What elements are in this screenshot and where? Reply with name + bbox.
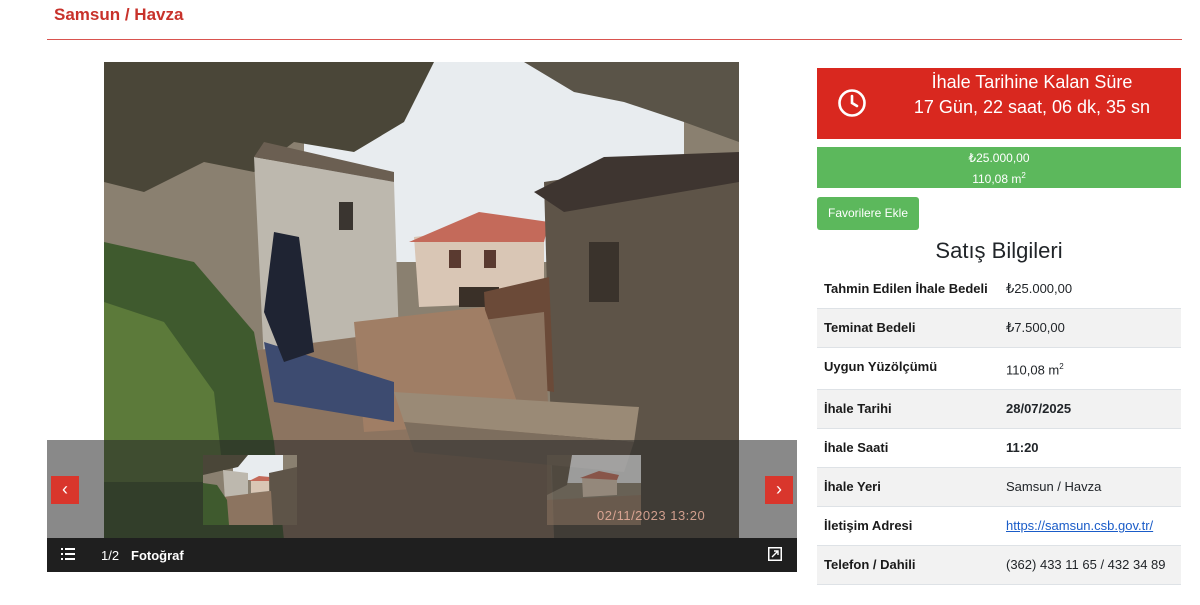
- row-value: 28/07/2025: [999, 389, 1181, 430]
- header-divider: [47, 39, 1182, 40]
- auction-countdown: İhale Tarihine Kalan Süre 17 Gün, 22 saa…: [817, 68, 1181, 139]
- row-value: 110,08 m2: [999, 347, 1181, 391]
- table-row: Teminat Bedeli ₺7.500,00: [817, 308, 1181, 348]
- table-row: Telefon / Dahili (362) 433 11 65 / 432 3…: [817, 545, 1181, 586]
- add-to-favorites-button[interactable]: Favorilere Ekle: [817, 197, 919, 230]
- row-label: İhale Tarihi: [817, 389, 999, 430]
- row-label: İhale Yeri: [817, 467, 999, 508]
- photo-caption: Fotoğraf: [131, 548, 184, 563]
- table-row: Uygun Yüzölçümü 110,08 m2: [817, 347, 1181, 391]
- price-amount: ₺25.000,00: [968, 151, 1030, 165]
- price-area: 110,08 m2: [972, 171, 1026, 186]
- row-value: (362) 433 11 65 / 432 34 89: [999, 545, 1181, 586]
- table-row: Tahmin Edilen İhale Bedeli ₺25.000,00: [817, 270, 1181, 309]
- table-row: İhale Tarihi 28/07/2025: [817, 389, 1181, 430]
- photo-gallery: 02/11/2023 13:20 ‹ › 1/2 Fotoğraf: [47, 62, 797, 572]
- countdown-title: İhale Tarihine Kalan Süre: [931, 72, 1133, 92]
- row-value: Samsun / Havza: [999, 467, 1181, 508]
- price-summary: ₺25.000,00 110,08 m2: [817, 147, 1181, 188]
- row-label: Teminat Bedeli: [817, 308, 999, 348]
- thumbnail-1[interactable]: [203, 455, 297, 525]
- breadcrumb: Samsun / Havza: [54, 5, 184, 24]
- row-label: Telefon / Dahili: [817, 545, 999, 586]
- row-value: https://samsun.csb.gov.tr/: [999, 506, 1181, 547]
- sale-info-table: Tahmin Edilen İhale Bedeli ₺25.000,00 Te…: [817, 270, 1181, 586]
- photo-counter: 1/2: [101, 548, 120, 563]
- row-label: İletişim Adresi: [817, 506, 999, 547]
- row-label: Uygun Yüzölçümü: [817, 347, 999, 391]
- row-value: ₺25.000,00: [999, 270, 1181, 309]
- thumbnail-strip: [47, 440, 797, 538]
- countdown-value: 17 Gün, 22 saat, 06 dk, 35 sn: [913, 97, 1151, 117]
- sale-info-title: Satış Bilgileri: [935, 238, 1063, 263]
- list-icon[interactable]: [61, 548, 75, 560]
- table-row: İhale Yeri Samsun / Havza: [817, 467, 1181, 508]
- gallery-toolbar: 1/2 Fotoğraf: [47, 538, 797, 572]
- row-label: İhale Saati: [817, 428, 999, 469]
- table-row: İhale Saati 11:20: [817, 428, 1181, 469]
- row-value: 11:20: [999, 428, 1181, 469]
- prev-photo-button[interactable]: ‹: [51, 476, 79, 504]
- next-photo-button[interactable]: ›: [765, 476, 793, 504]
- fullscreen-icon[interactable]: [768, 547, 782, 561]
- table-row: İletişim Adresi https://samsun.csb.gov.t…: [817, 506, 1181, 547]
- photo-timestamp: 02/11/2023 13:20: [597, 508, 706, 523]
- contact-link[interactable]: https://samsun.csb.gov.tr/: [1006, 518, 1153, 533]
- row-value: ₺7.500,00: [999, 308, 1181, 348]
- row-label: Tahmin Edilen İhale Bedeli: [817, 270, 999, 309]
- clock-icon: [838, 89, 866, 117]
